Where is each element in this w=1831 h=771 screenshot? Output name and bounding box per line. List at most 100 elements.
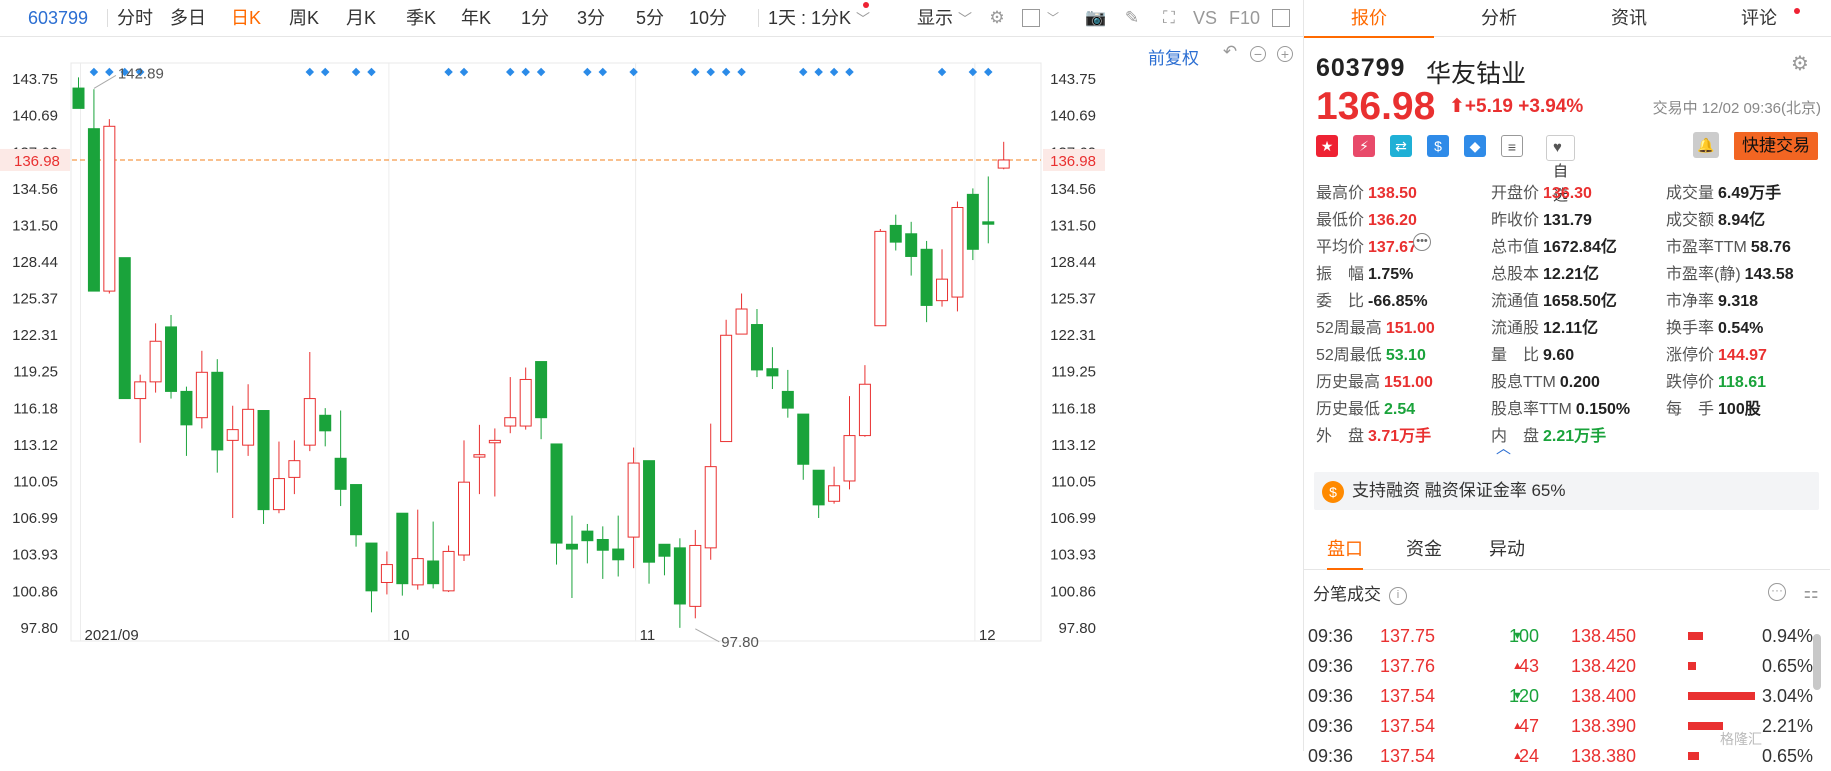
candle-up: [519, 378, 532, 427]
dragon-tiger-icon[interactable]: ⚡: [1353, 135, 1375, 157]
quote-field-value: 100股: [1718, 401, 1761, 418]
period-tab[interactable]: 日K: [231, 0, 261, 36]
tick-price: 137.54: [1380, 716, 1436, 736]
y-tick-label-left: 122.31: [12, 327, 58, 344]
candle-up: [504, 417, 517, 427]
collapse-chevron-icon[interactable]: ︿: [1496, 437, 1511, 458]
quote-field-label: 开盘价: [1491, 185, 1540, 202]
candle-down: [781, 390, 794, 409]
more-dots-icon[interactable]: •••: [1413, 233, 1431, 251]
connect-icon[interactable]: ⇄: [1390, 135, 1412, 157]
quote-field-value: 118.61: [1718, 374, 1767, 391]
chevron-down-icon: ﹀: [856, 11, 871, 27]
tick-level-percent: 0.94%: [1761, 626, 1813, 646]
quote-field-value: 0.150%: [1575, 401, 1631, 418]
quote-field: 跌停价 118.61: [1666, 368, 1766, 392]
tab-order-book[interactable]: 盘口: [1327, 529, 1363, 570]
settings-gear-icon[interactable]: ⚙: [1789, 54, 1811, 74]
y-tick-label-left: 110.05: [13, 474, 58, 491]
tab-analysis[interactable]: 分析: [1434, 0, 1564, 36]
quote-field-value: 1.75%: [1368, 266, 1414, 283]
period-tab[interactable]: 3分: [577, 0, 605, 36]
tab-news[interactable]: 资讯: [1564, 0, 1694, 36]
candlestick-chart-svg: 2021/09101112143.75143.75140.69140.69137…: [0, 62, 1105, 651]
candle-up: [874, 230, 887, 327]
quote-field-value: 131.79: [1543, 212, 1592, 229]
tick-level-bar: [1688, 692, 1755, 700]
tick-level-bar: [1688, 632, 1703, 640]
quote-field: 历史最高 151.00: [1316, 368, 1433, 392]
quote-field-label: 量 比: [1491, 347, 1540, 364]
period-tab[interactable]: 多日: [170, 0, 206, 36]
y-tick-label-right: 125.37: [1050, 291, 1096, 308]
tick-time: 09:36: [1308, 746, 1354, 766]
tick-list-scrollbar[interactable]: [1813, 634, 1821, 690]
candle-down: [87, 128, 100, 292]
tab-capital[interactable]: 资金: [1406, 529, 1442, 569]
dollar-icon[interactable]: $: [1427, 135, 1449, 157]
quote-field: 市盈率TTM 58.76: [1666, 233, 1791, 257]
tab-quote[interactable]: 报价: [1304, 0, 1434, 38]
candle-up: [380, 564, 393, 583]
info-icon[interactable]: i: [1389, 586, 1407, 605]
quick-trade-button[interactable]: 快捷交易: [1734, 132, 1818, 160]
quote-field: 振 幅 1.75%: [1316, 260, 1413, 284]
tick-price: 137.54: [1380, 746, 1436, 766]
candle-down: [257, 410, 270, 511]
china-flag-icon[interactable]: ★: [1316, 135, 1338, 157]
tab-comments[interactable]: 评论: [1694, 0, 1824, 36]
down-triangle-icon: ▼: [1512, 630, 1523, 642]
pencil-icon[interactable]: ✎: [1121, 8, 1143, 28]
interval-select[interactable]: 1天 : 1分K ﹀: [768, 0, 870, 36]
add-watchlist-button[interactable]: ♥ 自选: [1546, 135, 1576, 204]
quote-field: 成交量 6.49万手: [1666, 179, 1781, 203]
candle-up: [272, 478, 285, 511]
zoom-in-icon[interactable]: +: [1277, 46, 1293, 62]
candle-up: [951, 207, 964, 298]
fullscreen-icon[interactable]: ⛶: [1158, 8, 1180, 28]
candle-down: [905, 233, 918, 257]
comments-new-dot: [1794, 8, 1800, 14]
candle-up: [997, 159, 1010, 169]
compare-button[interactable]: VS: [1193, 0, 1217, 36]
quote-tabs: 报价 分析 资讯 评论: [1304, 0, 1831, 38]
quote-field: 外 盘 3.71万手: [1316, 422, 1431, 446]
more-icon[interactable]: ···: [1768, 583, 1786, 601]
period-tab[interactable]: 月K: [346, 0, 376, 36]
bell-icon[interactable]: 🔔: [1693, 132, 1719, 158]
y-tick-label-left: 134.56: [12, 181, 58, 198]
low-annotation: 97.80: [721, 634, 759, 651]
period-tab[interactable]: 分时: [117, 0, 153, 36]
zoom-out-icon[interactable]: −: [1250, 46, 1266, 62]
period-tab[interactable]: 10分: [689, 0, 727, 36]
quote-field-value: 1658.50亿: [1543, 293, 1617, 310]
period-tab[interactable]: 周K: [289, 0, 319, 36]
chevron-down-icon[interactable]: ﹀: [1042, 8, 1064, 28]
tick-level-bar: [1688, 722, 1723, 730]
high-annotation: 142.89: [118, 65, 164, 82]
period-tab[interactable]: 季K: [406, 0, 436, 36]
price-adjust-button[interactable]: 前复权: [1148, 44, 1199, 69]
tag-icon[interactable]: ◆: [1464, 135, 1486, 157]
quote-field-value: 53.10: [1385, 347, 1426, 364]
tab-anomalies[interactable]: 异动: [1489, 529, 1525, 569]
period-tab[interactable]: 1分: [521, 0, 549, 36]
notes-icon[interactable]: ≡: [1501, 135, 1523, 157]
camera-icon[interactable]: 📷: [1085, 8, 1107, 28]
chart-toolbar: 603799 分时 多日 日K 周K 月K 季K 年K 1分 3分 5分 10分 1天 : 1分K …: [0, 0, 1303, 37]
period-tab[interactable]: 5分: [636, 0, 664, 36]
f10-button[interactable]: F10: [1229, 0, 1260, 36]
toolbar-stock-code[interactable]: 603799: [28, 0, 88, 36]
period-tab[interactable]: 年K: [461, 0, 491, 36]
grid-icon[interactable]: ⚏: [1800, 583, 1822, 603]
drawing-toolbox-icon[interactable]: [1022, 9, 1040, 27]
quote-field-value: 9.318: [1718, 293, 1759, 310]
sidebar-toggle-icon[interactable]: [1272, 9, 1290, 27]
quote-field-value: 12.21亿: [1543, 266, 1600, 283]
display-menu[interactable]: 显示 ﹀: [917, 0, 972, 36]
kline-chart[interactable]: 2021/09101112143.75143.75140.69140.69137…: [0, 36, 1303, 751]
undo-icon[interactable]: ↶: [1219, 42, 1241, 62]
stock-name: 华友钴业: [1426, 60, 1527, 88]
tick-level-percent: 3.04%: [1761, 686, 1813, 706]
gear-icon[interactable]: ⚙: [986, 8, 1008, 28]
